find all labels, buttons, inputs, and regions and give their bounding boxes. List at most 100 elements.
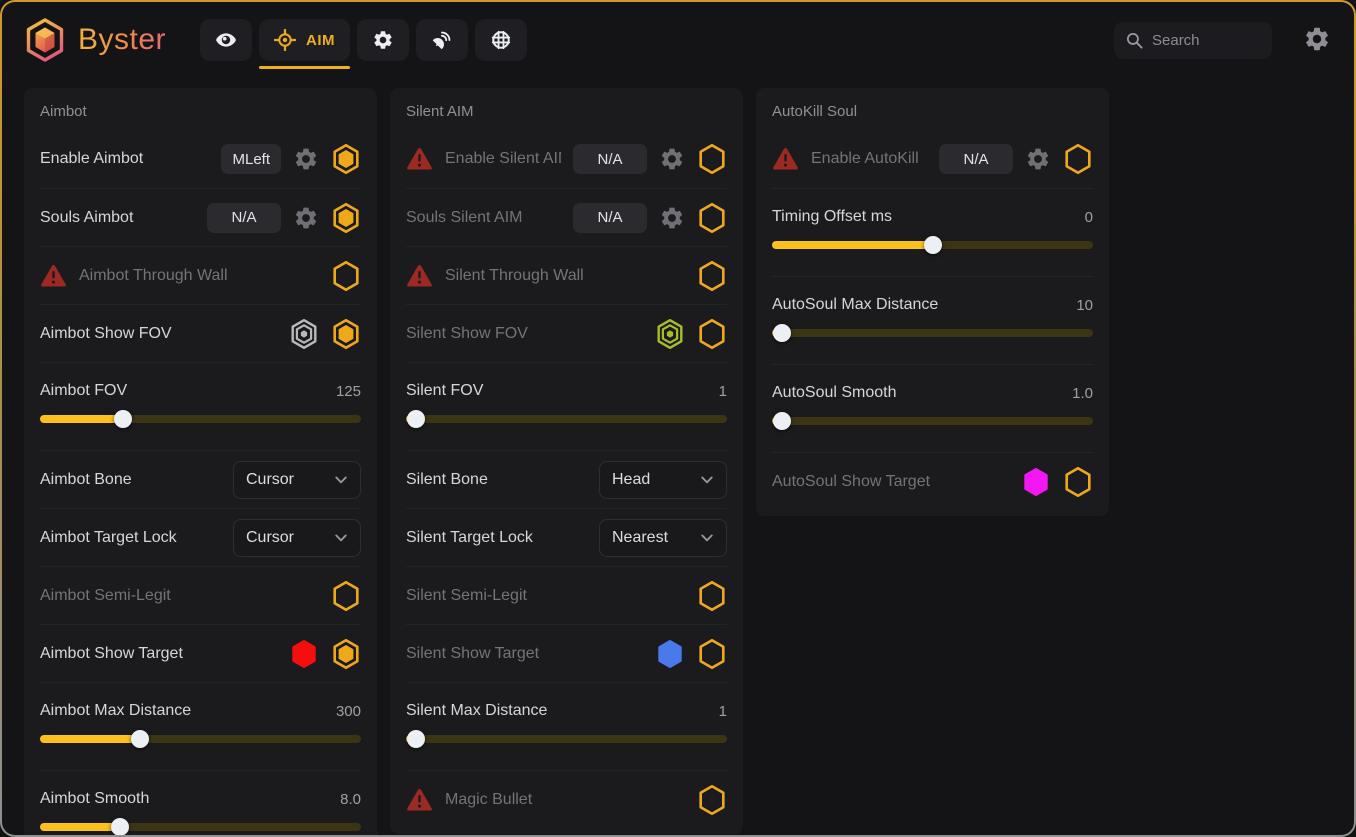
gear-icon[interactable]: [293, 146, 319, 172]
color-swatch[interactable]: [289, 638, 319, 670]
hex-toggle-off[interactable]: [697, 143, 727, 175]
nav-settings-button[interactable]: [357, 19, 409, 61]
setting-label: AutoSoul Show Target: [772, 473, 1009, 491]
slider-thumb[interactable]: [407, 410, 425, 428]
hex-toggle-on[interactable]: [331, 143, 361, 175]
search-icon: [1125, 31, 1144, 50]
autosoul-smooth-slider[interactable]: [772, 412, 1093, 430]
setting-row-silent-target-lock: Silent Target Lock Nearest: [406, 508, 727, 566]
keybind-button[interactable]: N/A: [207, 203, 281, 233]
warning-icon: [40, 264, 67, 288]
color-swatch[interactable]: [289, 318, 319, 350]
gear-icon[interactable]: [659, 146, 685, 172]
keybind-button[interactable]: N/A: [573, 203, 647, 233]
global-settings-button[interactable]: [1302, 25, 1332, 55]
aimbot-fov-slider[interactable]: [40, 410, 361, 428]
crosshair-dot-icon: [274, 29, 296, 51]
setting-row-enable-aimbot: Enable Aimbot MLeft: [40, 130, 361, 188]
setting-row-aimbot-smooth: Aimbot Smooth 8.0: [40, 770, 361, 835]
hex-toggle-off[interactable]: [697, 260, 727, 292]
setting-label: Magic Bullet: [445, 791, 685, 809]
main-nav: AIM: [200, 19, 527, 61]
slider-thumb[interactable]: [131, 730, 149, 748]
setting-row-aimbot-max-distance: Aimbot Max Distance 300: [40, 682, 361, 770]
slider-thumb[interactable]: [773, 324, 791, 342]
aimbot-bone-select[interactable]: Cursor: [233, 461, 361, 499]
setting-label: Aimbot Smooth: [40, 790, 340, 808]
gear-icon[interactable]: [659, 205, 685, 231]
hex-toggle-on[interactable]: [331, 638, 361, 670]
hex-toggle-on[interactable]: [331, 202, 361, 234]
brand: Byster: [24, 17, 166, 63]
hex-toggle-off[interactable]: [697, 202, 727, 234]
setting-label: Aimbot Show FOV: [40, 325, 277, 343]
setting-label: Timing Offset ms: [772, 208, 1085, 226]
app-window: Byster AIM: [0, 0, 1356, 837]
keybind-button[interactable]: MLeft: [221, 144, 281, 174]
color-swatch[interactable]: [1021, 466, 1051, 498]
setting-row-aimbot-fov: Aimbot FOV 125: [40, 362, 361, 450]
setting-row-silent-semi-legit: Silent Semi-Legit: [406, 566, 727, 624]
slider-value: 300: [336, 703, 361, 720]
panel-title: Silent AIM: [406, 88, 727, 130]
silent-max-distance-slider[interactable]: [406, 730, 727, 748]
nav-visuals-button[interactable]: [200, 19, 252, 61]
setting-label: Aimbot FOV: [40, 382, 336, 400]
panel-title: Aimbot: [40, 88, 361, 130]
setting-label: Aimbot Semi-Legit: [40, 587, 319, 605]
setting-label: Silent Show FOV: [406, 325, 643, 343]
aimbot-panel: Aimbot Enable Aimbot MLeft Souls Aimbot …: [24, 88, 377, 835]
setting-label: Silent FOV: [406, 382, 719, 400]
slider-thumb[interactable]: [111, 818, 129, 835]
setting-row-silent-through-wall: Silent Through Wall: [406, 246, 727, 304]
nav-aim-tab[interactable]: AIM: [259, 19, 350, 61]
setting-label: Aimbot Max Distance: [40, 702, 336, 720]
gear-icon[interactable]: [293, 205, 319, 231]
hex-toggle-off[interactable]: [331, 580, 361, 612]
color-swatch[interactable]: [655, 318, 685, 350]
search-box[interactable]: [1114, 22, 1272, 59]
gear-icon[interactable]: [1025, 146, 1051, 172]
slider-thumb[interactable]: [773, 412, 791, 430]
hex-toggle-off[interactable]: [331, 260, 361, 292]
setting-row-aimbot-show-fov: Aimbot Show FOV: [40, 304, 361, 362]
gear-icon: [372, 29, 394, 51]
search-input[interactable]: [1152, 32, 1261, 49]
setting-row-aimbot-semi-legit: Aimbot Semi-Legit: [40, 566, 361, 624]
hex-toggle-off[interactable]: [1063, 143, 1093, 175]
aimbot-max-distance-slider[interactable]: [40, 730, 361, 748]
panel-title: AutoKill Soul: [772, 88, 1093, 130]
timing-offset-slider[interactable]: [772, 236, 1093, 254]
silent-bone-select[interactable]: Head: [599, 461, 727, 499]
hex-toggle-on[interactable]: [331, 318, 361, 350]
nav-misc-button[interactable]: [475, 19, 527, 61]
hex-toggle-off[interactable]: [697, 638, 727, 670]
slider-thumb[interactable]: [407, 730, 425, 748]
slider-thumb[interactable]: [924, 236, 942, 254]
hex-toggle-off[interactable]: [1063, 466, 1093, 498]
slider-thumb[interactable]: [114, 410, 132, 428]
setting-label: Silent Bone: [406, 471, 587, 489]
window-inner: Byster AIM: [2, 2, 1354, 835]
aimbot-smooth-slider[interactable]: [40, 818, 361, 835]
setting-row-enable-autokill: Enable AutoKill N/A: [772, 130, 1093, 188]
keybind-button[interactable]: N/A: [573, 144, 647, 174]
slider-value: 8.0: [340, 791, 361, 808]
setting-row-timing-offset: Timing Offset ms 0: [772, 188, 1093, 276]
slider-value: 1.0: [1072, 385, 1093, 402]
nav-radar-button[interactable]: [416, 19, 468, 61]
autosoul-max-distance-slider[interactable]: [772, 324, 1093, 342]
aimbot-target-lock-select[interactable]: Cursor: [233, 519, 361, 557]
chevron-down-icon: [700, 473, 714, 487]
silent-aim-panel: Silent AIM Enable Silent AIM N/A Souls S…: [390, 88, 743, 834]
hex-toggle-off[interactable]: [697, 318, 727, 350]
silent-fov-slider[interactable]: [406, 410, 727, 428]
setting-label: Enable AutoKill: [811, 150, 927, 168]
hex-toggle-off[interactable]: [697, 580, 727, 612]
color-swatch[interactable]: [655, 638, 685, 670]
silent-target-lock-select[interactable]: Nearest: [599, 519, 727, 557]
setting-label: Enable Silent AIM: [445, 150, 561, 168]
keybind-button[interactable]: N/A: [939, 144, 1013, 174]
hex-toggle-off[interactable]: [697, 784, 727, 816]
target-icon: [490, 29, 512, 51]
